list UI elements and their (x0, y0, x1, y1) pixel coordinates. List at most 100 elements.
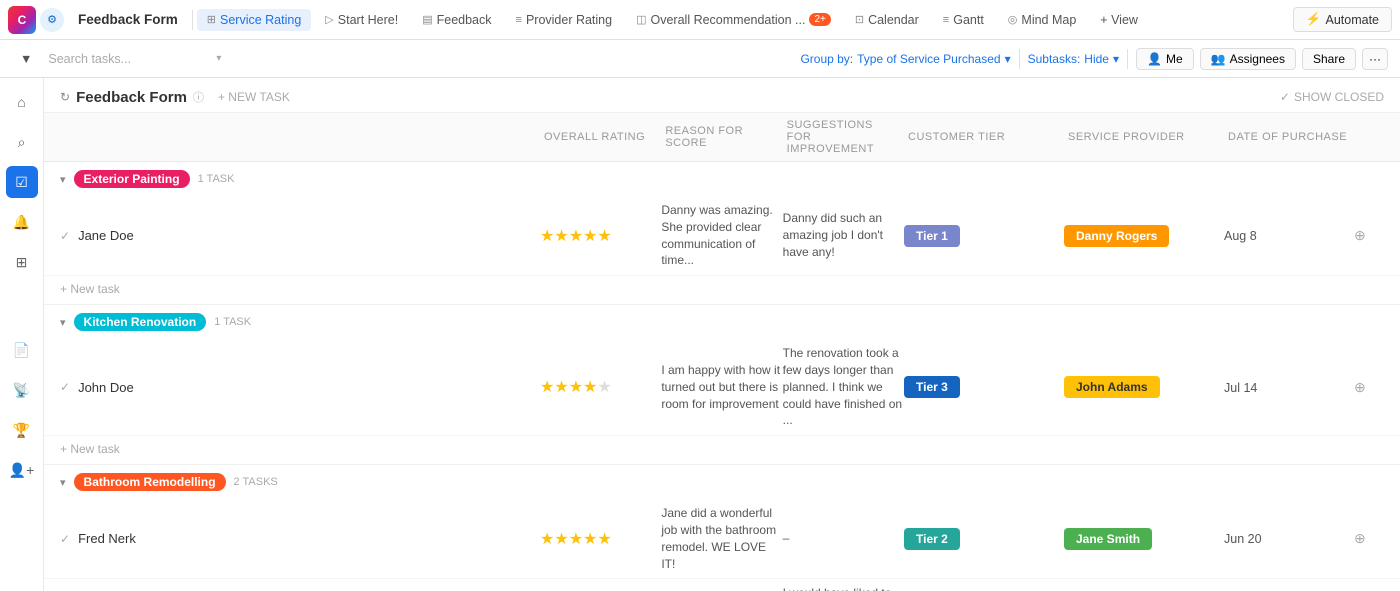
subtasks-value[interactable]: Hide (1084, 52, 1109, 66)
settings-icon[interactable]: ⚙ (40, 8, 64, 32)
add-column-button[interactable]: ⊕ (1354, 379, 1366, 395)
tab-provider-rating[interactable]: ≡ Provider Rating (506, 9, 623, 31)
tab-mind-map[interactable]: ◎ Mind Map (998, 9, 1087, 31)
service-rating-icon: ⊞ (207, 13, 216, 26)
add-column-button[interactable]: ⊕ (1354, 530, 1366, 546)
sidebar-icon-search[interactable]: ⌕ (6, 126, 38, 158)
new-task-button[interactable]: + NEW TASK (210, 88, 298, 106)
exterior-task-count: 1 TASK (198, 173, 235, 185)
suggestion-cell: The renovation took a few days longer th… (783, 345, 904, 429)
group-by-control[interactable]: Group by: Type of Service Purchased ▾ (800, 52, 1010, 66)
sidebar-icon-documents[interactable]: 📄 (6, 334, 38, 366)
table-row: ✓ Fred Nerk ★★★★★ Jane did a wonderful j… (44, 499, 1400, 579)
reason-text: I am happy with how it turned out but th… (661, 363, 780, 411)
subtasks-chevron: ▾ (1113, 52, 1119, 66)
provider-badge: John Adams (1064, 376, 1160, 398)
date-value: Aug 8 (1224, 229, 1257, 243)
search-input[interactable] (48, 52, 208, 66)
share-button[interactable]: Share (1302, 48, 1356, 70)
group-by-label: Group by: (800, 52, 853, 66)
tab-gantt[interactable]: ≡ Gantt (933, 9, 994, 31)
task-name[interactable]: Jane Doe (78, 228, 134, 243)
provider-cell: John Adams (1064, 376, 1224, 398)
sidebar-icon-trophy[interactable]: 🏆 (6, 414, 38, 446)
reason-cell: Danny was amazing. She provided clear co… (661, 202, 782, 269)
breadcrumb: ↻ Feedback Form ⓘ + NEW TASK ✓ SHOW CLOS… (44, 78, 1400, 113)
sidebar-icon-apps[interactable]: ⊞ (6, 246, 38, 278)
tab-calendar[interactable]: ⊡ Calendar (845, 9, 929, 31)
tab-service-rating[interactable]: ⊞ Service Rating (197, 9, 312, 31)
tier-cell: Tier 1 (904, 225, 1064, 247)
provider-badge: Jane Smith (1064, 528, 1152, 550)
me-button[interactable]: 👤 Me (1136, 48, 1194, 70)
col-customer-tier: CUSTOMER TIER (904, 131, 1064, 143)
show-closed-button[interactable]: ✓ SHOW CLOSED (1280, 90, 1384, 104)
mind-map-icon: ◎ (1008, 13, 1018, 26)
feedback-icon: ▤ (422, 13, 432, 26)
assignees-button[interactable]: 👥 Assignees (1200, 48, 1296, 70)
col-service-provider: SERVICE PROVIDER (1064, 131, 1224, 143)
suggestion-text: The renovation took a few days longer th… (783, 346, 902, 427)
check-icon: ✓ (60, 532, 70, 546)
suggestion-text: – (783, 531, 790, 545)
rating-cell: ★★★★★ (540, 226, 661, 246)
add-col-cell: ⊕ (1354, 379, 1384, 396)
new-task-kitchen[interactable]: + New task (44, 436, 1400, 464)
group-bathroom-remodelling: ▾ Bathroom Remodelling 2 TASKS ✓ Fred Ne… (44, 465, 1400, 591)
bathroom-task-count: 2 TASKS (234, 476, 278, 488)
add-view-button[interactable]: + View (1090, 9, 1148, 31)
add-col-cell: ⊕ (1354, 530, 1384, 547)
sidebar-icon-add-user[interactable]: 👤+ (6, 454, 38, 486)
sidebar-icon-notifications[interactable]: 🔔 (6, 206, 38, 238)
provider-cell: Danny Rogers (1064, 225, 1224, 247)
date-value: Jun 20 (1224, 532, 1262, 546)
assignees-icon: 👥 (1211, 52, 1226, 66)
suggestion-text: Danny did such an amazing job I don't ha… (783, 211, 883, 259)
overall-rec-icon: ◫ (636, 13, 646, 26)
breadcrumb-title: Feedback Form (76, 89, 187, 106)
group-by-value[interactable]: Type of Service Purchased (857, 52, 1000, 66)
group-exterior-painting: ▾ Exterior Painting 1 TASK ✓ Jane Doe ★★… (44, 162, 1400, 305)
topbar-right: ⚡ Automate (1293, 7, 1392, 32)
tab-overall-recommendation[interactable]: ◫ Overall Recommendation ... 2+ (626, 9, 841, 31)
group-kitchen-renovation: ▾ Kitchen Renovation 1 TASK ✓ John Doe ★… (44, 305, 1400, 465)
task-name[interactable]: John Doe (78, 380, 134, 395)
check-icon: ✓ (60, 229, 70, 243)
group-kitchen-header[interactable]: ▾ Kitchen Renovation 1 TASK (44, 305, 1400, 339)
sidebar-icon-radio[interactable]: 📡 (6, 374, 38, 406)
star-rating: ★★★★★ (540, 531, 612, 548)
group-bathroom-header[interactable]: ▾ Bathroom Remodelling 2 TASKS (44, 465, 1400, 499)
more-options-button[interactable]: ··· (1362, 48, 1388, 70)
suggestion-text: I would have liked to see more light fix… (783, 586, 894, 591)
me-icon: 👤 (1147, 52, 1162, 66)
subtasks-label: Subtasks: (1028, 52, 1081, 66)
provider-badge: Danny Rogers (1064, 225, 1169, 247)
calendar-icon: ⊡ (855, 13, 864, 26)
kitchen-renovation-label: Kitchen Renovation (74, 313, 207, 331)
toolbar: ▼ ▾ Group by: Type of Service Purchased … (0, 40, 1400, 78)
app-logo: C (8, 6, 36, 34)
sidebar-icon-tasks[interactable]: ☑ (6, 166, 38, 198)
task-name[interactable]: Fred Nerk (78, 531, 136, 546)
group-exterior-header[interactable]: ▾ Exterior Painting 1 TASK (44, 162, 1400, 196)
check-icon: ✓ (60, 380, 70, 394)
add-column-button[interactable]: ⊕ (1354, 227, 1366, 243)
reason-text: Jane did a wonderful job with the bathro… (661, 506, 776, 570)
star-rating: ★★★★★ (540, 379, 612, 396)
gantt-icon: ≡ (943, 14, 949, 26)
tier-badge: Tier 1 (904, 225, 960, 247)
sidebar-icon-home[interactable]: ⌂ (6, 86, 38, 118)
subtasks-control[interactable]: Subtasks: Hide ▾ (1028, 52, 1119, 66)
tab-start-here[interactable]: ▷ Start Here! (315, 9, 408, 31)
bathroom-remodelling-label: Bathroom Remodelling (74, 473, 226, 491)
rating-cell: ★★★★★ (540, 529, 661, 549)
new-task-exterior[interactable]: + New task (44, 276, 1400, 304)
task-name-cell: ✓ John Doe (60, 380, 540, 395)
bathroom-chevron-icon: ▾ (60, 476, 66, 489)
provider-rating-icon: ≡ (516, 14, 522, 26)
filter-button[interactable]: ▼ (12, 48, 40, 70)
automate-button[interactable]: ⚡ Automate (1293, 7, 1392, 32)
table-header: OVERALL RATING REASON FOR SCORE SUGGESTI… (44, 113, 1400, 162)
table-row: ✓ Juan Perez ★★★★★ I like how our bathro… (44, 579, 1400, 591)
tab-feedback[interactable]: ▤ Feedback (412, 9, 501, 31)
